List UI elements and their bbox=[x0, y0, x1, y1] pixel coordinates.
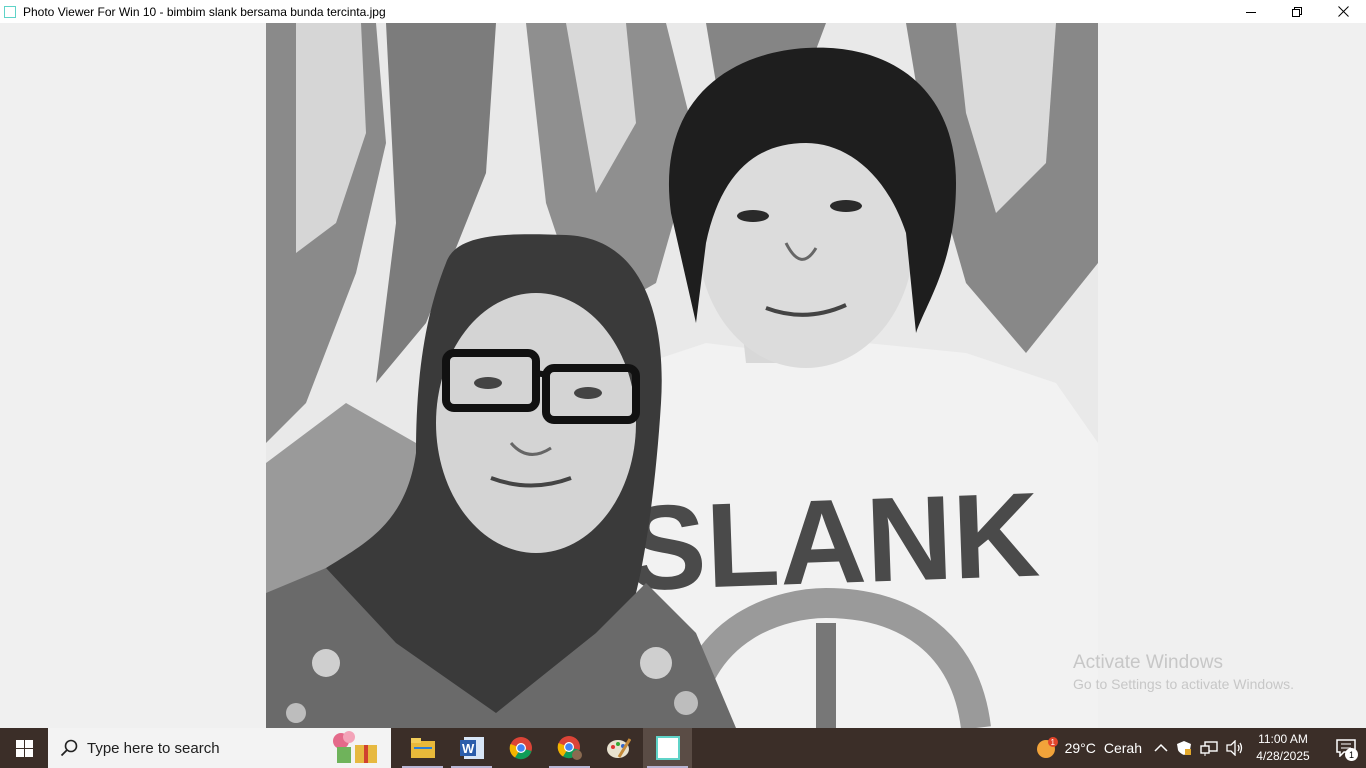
image-viewer-area: SLANK Activate Windows Go to Settings to bbox=[0, 23, 1366, 728]
minimize-icon bbox=[1246, 11, 1256, 13]
close-icon bbox=[1337, 6, 1349, 17]
taskbar: Type here to search W 1 29°C Cerah 11:00… bbox=[0, 728, 1366, 768]
file-explorer-button[interactable] bbox=[398, 728, 447, 768]
word-icon: W bbox=[459, 737, 484, 759]
paint-icon bbox=[606, 738, 631, 758]
restore-button[interactable] bbox=[1274, 0, 1320, 23]
tray-icons bbox=[1154, 740, 1244, 756]
title-bar: Photo Viewer For Win 10 - bimbim slank b… bbox=[0, 0, 1366, 23]
chrome-button[interactable] bbox=[496, 728, 545, 768]
word-button[interactable]: W bbox=[447, 728, 496, 768]
search-highlight-art-icon bbox=[333, 731, 377, 763]
security-shield-icon[interactable] bbox=[1176, 740, 1192, 756]
weather-widget[interactable]: 1 29°C Cerah bbox=[1035, 736, 1142, 760]
weather-temperature: 29°C bbox=[1064, 740, 1096, 756]
window-controls bbox=[1228, 0, 1366, 23]
clock-date: 4/28/2025 bbox=[1256, 749, 1310, 763]
photo-viewer-icon bbox=[655, 736, 680, 760]
notification-center-button[interactable]: 1 bbox=[1326, 728, 1366, 768]
svg-text:W: W bbox=[462, 741, 475, 756]
show-hidden-icons-chevron-icon[interactable] bbox=[1154, 741, 1168, 755]
photo-viewer-button[interactable] bbox=[643, 728, 692, 768]
network-icon[interactable] bbox=[1200, 740, 1218, 756]
pinned-apps: W bbox=[398, 728, 692, 768]
restore-icon bbox=[1292, 6, 1302, 17]
system-tray: 1 29°C Cerah 11:00 AM 4/28/2025 1 bbox=[1035, 728, 1366, 768]
watermark-title: Activate Windows bbox=[1073, 652, 1223, 673]
paint-button[interactable] bbox=[594, 728, 643, 768]
chrome-profile-icon bbox=[557, 736, 582, 760]
windows-logo-icon bbox=[15, 739, 33, 757]
weather-sun-icon: 1 bbox=[1036, 737, 1058, 758]
search-icon bbox=[60, 739, 78, 757]
search-box[interactable]: Type here to search bbox=[48, 728, 391, 768]
search-placeholder: Type here to search bbox=[87, 739, 220, 757]
start-button[interactable] bbox=[0, 728, 48, 768]
app-icon bbox=[4, 5, 16, 18]
chrome-profile-button[interactable] bbox=[545, 728, 594, 768]
weather-condition: Cerah bbox=[1103, 740, 1142, 756]
notification-count-badge: 1 bbox=[1345, 748, 1358, 761]
activate-windows-watermark: Activate Windows Go to Settings to activ… bbox=[1073, 652, 1294, 693]
photo[interactable]: SLANK bbox=[266, 23, 1098, 728]
minimize-button[interactable] bbox=[1228, 0, 1274, 23]
chrome-icon bbox=[509, 737, 532, 760]
clock[interactable]: 11:00 AM 4/28/2025 bbox=[1254, 731, 1312, 765]
close-button[interactable] bbox=[1320, 0, 1366, 23]
window-title: Photo Viewer For Win 10 - bimbim slank b… bbox=[23, 4, 386, 19]
volume-icon[interactable] bbox=[1226, 740, 1244, 756]
watermark-subtitle: Go to Settings to activate Windows. bbox=[1073, 676, 1294, 692]
file-explorer-icon bbox=[410, 738, 435, 758]
clock-time: 11:00 AM bbox=[1258, 732, 1308, 746]
weather-badge: 1 bbox=[1050, 738, 1055, 747]
photo-image: SLANK bbox=[266, 23, 1098, 728]
